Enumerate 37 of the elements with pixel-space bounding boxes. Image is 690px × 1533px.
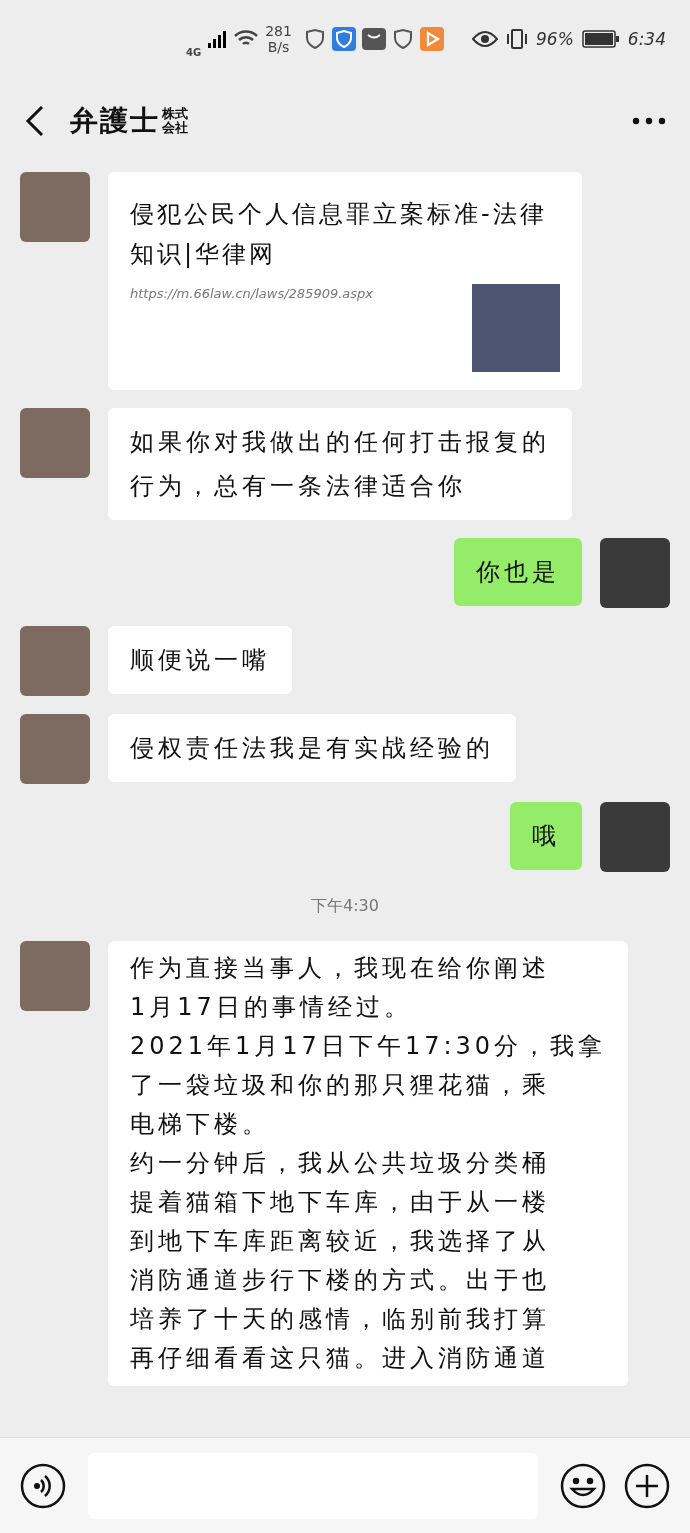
play-app-icon	[419, 27, 444, 51]
chat-title: 弁護士	[70, 103, 160, 139]
add-button[interactable]	[624, 1462, 670, 1509]
shield-icon	[303, 28, 326, 50]
avatar-photo-placeholder[interactable]	[20, 408, 90, 478]
message-bubble: 侵权责任法我是有实战经验的	[108, 714, 516, 782]
avatar-photo-placeholder[interactable]	[600, 538, 670, 608]
voice-button[interactable]	[20, 1462, 66, 1509]
shield-app-icon	[331, 27, 356, 51]
message-time: 下午4:30	[311, 896, 379, 917]
emoji-button[interactable]	[560, 1462, 606, 1509]
link-card[interactable]: 侵犯公民个人信息罪立案标准-法律知识|华律网 https://m.66law.cn/laws/285909.aspx	[108, 172, 582, 390]
message-bubble: 如果你对我做出的任何打击报复的 行为，总有一条法律适合你	[108, 408, 572, 520]
message-bubble: 哦	[510, 802, 582, 870]
network-speed: 281 B/s	[265, 23, 292, 55]
battery-percent: 96%	[536, 29, 574, 49]
message-bubble: 顺便说一嘴	[108, 626, 292, 694]
battery-icon	[581, 30, 620, 48]
signal-icon	[207, 30, 228, 48]
avatar-photo-placeholder[interactable]	[20, 714, 90, 784]
network-type: 4G	[186, 46, 202, 58]
clock-time: 6:34	[627, 29, 666, 49]
bag-app-icon	[361, 28, 386, 50]
link-url: https://m.66law.cn/laws/285909.aspx	[130, 285, 374, 303]
avatar-photo-placeholder[interactable]	[20, 941, 90, 1011]
message-bubble: 作为直接当事人，我现在给你阐述 1月17日的事情经过。 2021年1月17日下午17:30分，我拿 了一袋垃圾和你的那只狸花猫，乘 电梯下楼。 约一分钟后，我从公共垃圾分类桶 提着猫箱下地下车库，由于从一楼 到地下车库距离较近，我选择了从 消防通道步行下楼的方式。出于也 培养了十天的感情，临别前我打算 再仔细看看这只猫。进入消防通道	[108, 941, 629, 1386]
link-title: 侵犯公民个人信息罪立案标准-法律知识|华律网	[130, 199, 548, 270]
back-button[interactable]	[24, 104, 46, 138]
more-button[interactable]	[632, 117, 666, 125]
title-mark: 株式会社	[162, 107, 188, 135]
avatar-photo-placeholder[interactable]	[20, 626, 90, 696]
avatar-photo-placeholder[interactable]	[600, 802, 670, 872]
eye-icon	[472, 30, 498, 48]
shield-icon	[391, 28, 414, 50]
avatar-photo-placeholder[interactable]	[20, 172, 90, 242]
message-bubble: 你也是	[454, 538, 582, 606]
vibrate-icon	[506, 28, 528, 50]
